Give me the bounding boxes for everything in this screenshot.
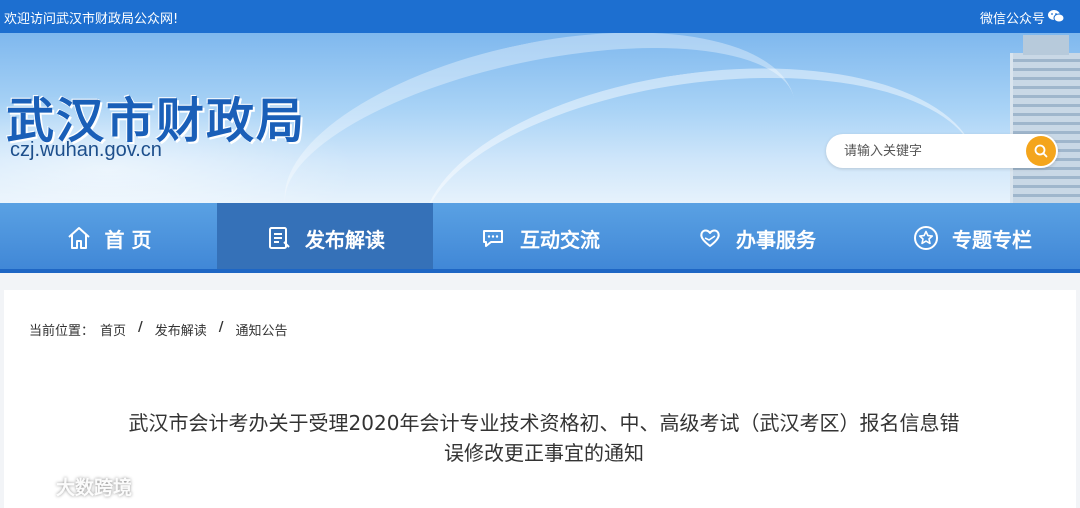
wechat-icon	[1048, 9, 1065, 27]
watermark-logo-icon	[11, 476, 50, 496]
breadcrumb-home[interactable]: 首页	[100, 320, 126, 339]
building-image	[1010, 35, 1080, 203]
nav-underline	[0, 269, 1080, 273]
search-button[interactable]	[1026, 136, 1056, 166]
article-title-line2: 误修改更正事宜的通知	[444, 441, 644, 465]
document-icon	[269, 227, 290, 249]
top-bar: 欢迎访问武汉市财政局公众网! 微信公众号	[0, 0, 1080, 33]
chat-icon	[483, 230, 503, 247]
article-title-line1: 武汉市会计考办关于受理2020年会计专业技术资格初、中、高级考试（武汉考区）报名…	[128, 411, 960, 435]
watermark-text: 大数跨境	[56, 476, 133, 499]
nav-special-label: 专题专栏	[952, 227, 1032, 252]
article-title: 武汉市会计考办关于受理2020年会计专业技术资格初、中、高级考试（武汉考区）报名…	[84, 408, 1004, 468]
header-banner: 武汉市财政局 czj.wuhan.gov.cn	[0, 33, 1080, 203]
nav-publish-label: 发布解读	[305, 227, 385, 252]
main-nav: 首 页 发布解读 互动交流 办事服务 专题专栏	[0, 203, 1080, 273]
home-icon	[67, 227, 90, 249]
watermark: 大数跨境	[8, 472, 132, 500]
search-input[interactable]	[844, 142, 1014, 160]
breadcrumb-separator: /	[138, 320, 143, 335]
breadcrumb-prefix: 当前位置：	[29, 324, 95, 339]
content-panel: 当前位置： 首页 / 发布解读 / 通知公告 武汉市会计考办关于受理2020年会…	[4, 290, 1076, 508]
breadcrumb-publish[interactable]: 发布解读	[155, 320, 207, 339]
nav-home-label: 首 页	[104, 227, 152, 252]
breadcrumb: 当前位置： 首页 / 发布解读 / 通知公告	[29, 320, 288, 339]
nav-interact-label: 互动交流	[520, 227, 600, 252]
nav-special[interactable]: 专题专栏	[864, 203, 1080, 273]
welcome-text: 欢迎访问武汉市财政局公众网!	[4, 12, 179, 27]
star-icon	[914, 226, 938, 250]
heart-hand-icon	[700, 229, 720, 247]
search-icon	[1034, 144, 1048, 158]
breadcrumb-notice[interactable]: 通知公告	[236, 320, 288, 339]
nav-service-label: 办事服务	[736, 227, 816, 252]
breadcrumb-separator: /	[218, 320, 224, 335]
site-domain: czj.wuhan.gov.cn	[10, 139, 162, 161]
nav-interact[interactable]: 互动交流	[432, 203, 648, 273]
search-box	[826, 134, 1058, 168]
nav-service[interactable]: 办事服务	[648, 203, 864, 273]
wechat-link[interactable]: 微信公众号	[979, 8, 1065, 27]
wechat-label: 微信公众号	[979, 12, 1045, 27]
nav-publish[interactable]: 发布解读	[217, 203, 433, 273]
nav-home[interactable]: 首 页	[0, 203, 216, 273]
